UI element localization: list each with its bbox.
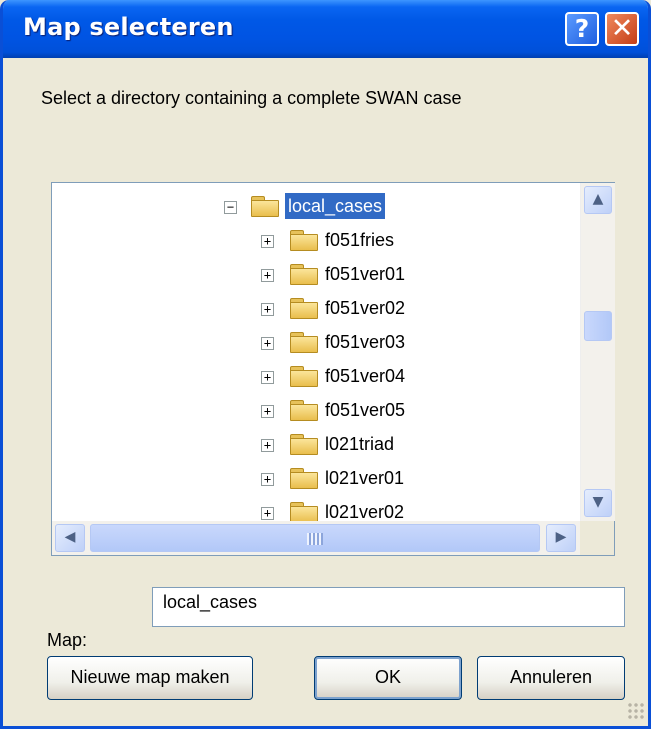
expand-icon[interactable]: + [261,371,274,384]
expand-icon[interactable]: + [261,507,274,520]
tree-item-label[interactable]: l021ver02 [322,499,407,521]
map-label: Map: [47,630,88,650]
scroll-up-button[interactable]: ▲ [584,186,612,214]
tree-item[interactable]: + f051ver05 [52,397,580,427]
vertical-scrollbar[interactable]: ▲ ▼ [580,183,615,521]
expand-icon[interactable]: + [261,269,274,282]
scroll-down-button[interactable]: ▼ [584,489,612,517]
chevron-up-icon: ▲ [592,191,604,207]
scrollbar-corner [580,521,614,555]
map-select-dialog: Map selecteren ? ✕ Select a directory co… [0,0,651,729]
tree-item-label[interactable]: l021triad [322,431,397,457]
tree-item[interactable]: + l021ver01 [52,465,580,495]
tree-item[interactable]: + f051ver01 [52,261,580,291]
expand-icon[interactable]: + [261,405,274,418]
folder-icon [290,262,318,285]
tree-item-label[interactable]: f051fries [322,227,397,253]
title-bar[interactable]: Map selecteren ? ✕ [3,0,648,58]
chevron-right-icon: ▶ [555,529,567,545]
expand-icon[interactable]: + [261,439,274,452]
close-button[interactable]: ✕ [605,12,639,46]
scroll-right-button[interactable]: ▶ [546,524,576,552]
expand-icon[interactable]: + [261,473,274,486]
map-input[interactable]: local_cases [152,587,625,627]
ok-button[interactable]: OK [314,656,462,700]
grip-icon [307,533,323,545]
chevron-left-icon: ◀ [64,529,76,545]
expand-icon[interactable]: + [261,235,274,248]
help-icon: ? [574,14,590,43]
tree-item[interactable]: + f051ver02 [52,295,580,325]
chevron-down-icon: ▼ [592,494,604,510]
tree-item-label[interactable]: f051ver05 [322,397,408,423]
tree-viewport: − local_cases + f051fries + f051ver01 + … [52,183,580,521]
tree-item-label[interactable]: f051ver03 [322,329,408,355]
collapse-icon[interactable]: − [224,201,237,214]
folder-icon [290,432,318,455]
horizontal-scroll-thumb[interactable] [90,524,540,552]
instruction-text: Select a directory containing a complete… [41,88,462,108]
tree-item-label[interactable]: local_cases [285,193,386,219]
close-icon: ✕ [610,13,634,44]
tree-item[interactable]: + l021triad [52,431,580,461]
folder-icon [290,466,318,489]
cancel-button[interactable]: Annuleren [477,656,625,700]
tree-item-label[interactable]: f051ver01 [322,261,408,287]
folder-open-icon [251,194,279,217]
tree-item-label[interactable]: f051ver04 [322,363,408,389]
folder-icon [290,296,318,319]
tree-item[interactable]: + f051ver03 [52,329,580,359]
folder-icon [290,398,318,421]
tree-item-label[interactable]: l021ver01 [322,465,407,491]
new-folder-button[interactable]: Nieuwe map maken [47,656,253,700]
folder-icon [290,364,318,387]
expand-icon[interactable]: + [261,337,274,350]
vertical-scroll-thumb[interactable] [584,311,612,341]
tree-item-label[interactable]: f051ver02 [322,295,408,321]
expand-icon[interactable]: + [261,303,274,316]
folder-icon [290,228,318,251]
resize-grip-icon[interactable] [627,702,645,720]
folder-icon [290,330,318,353]
tree-item[interactable]: + f051ver04 [52,363,580,393]
folder-icon [290,500,318,521]
horizontal-scrollbar[interactable]: ◀ ▶ [52,521,580,555]
window-title: Map selecteren [23,13,234,41]
tree-item[interactable]: + l021ver02 [52,499,580,521]
tree-item[interactable]: + f051fries [52,227,580,257]
help-button[interactable]: ? [565,12,599,46]
folder-tree[interactable]: − local_cases + f051fries + f051ver01 + … [51,182,615,556]
scroll-left-button[interactable]: ◀ [55,524,85,552]
tree-item[interactable]: − local_cases [52,193,580,223]
